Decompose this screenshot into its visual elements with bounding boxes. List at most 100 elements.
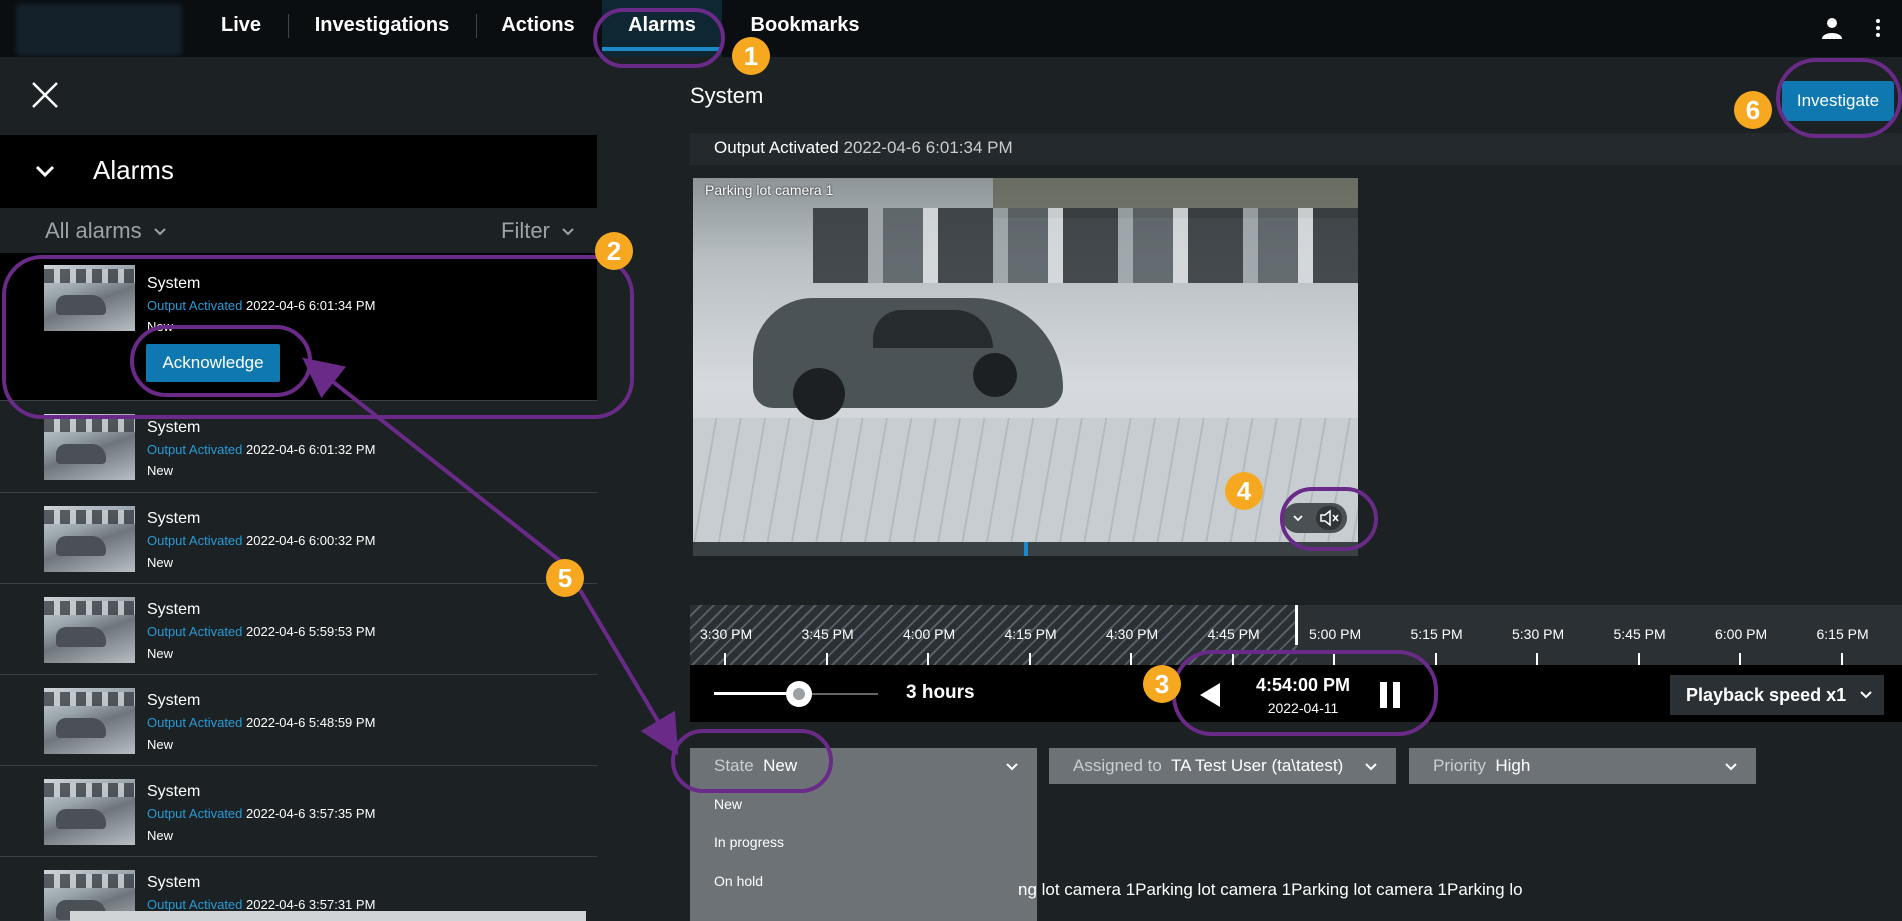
more-options-icon[interactable] [1872, 16, 1884, 40]
timeline-tick-label: 4:45 PM [1207, 626, 1260, 642]
filter-dropdown[interactable]: Filter [501, 218, 574, 244]
priority-dropdown[interactable]: Priority High [1409, 748, 1756, 784]
alarm-type: Output Activated [147, 806, 243, 821]
annotation-badge-4: 4 [1225, 472, 1263, 510]
timeline-tick-label: 6:15 PM [1816, 626, 1869, 642]
annotation-ring-playback [1172, 650, 1438, 736]
annotation-ring-alarm-item [2, 255, 634, 419]
timeline-tick-label: 4:00 PM [903, 626, 956, 642]
user-icon[interactable] [1820, 16, 1844, 40]
chevron-down-icon [1725, 763, 1737, 771]
alarm-type: Output Activated [147, 897, 243, 912]
assigned-value: TA Test User (ta\tatest) [1170, 756, 1344, 775]
alarm-title: System [147, 419, 201, 436]
camera-name-overlay: Parking lot camera 1 [705, 182, 834, 198]
assigned-label: Assigned to [1073, 756, 1162, 775]
state-options-list: New In progress On hold [690, 784, 1037, 921]
timeline-tick-label: 5:15 PM [1410, 626, 1463, 642]
time-range-slider-handle[interactable] [786, 681, 812, 707]
alarm-type: Output Activated [147, 624, 243, 639]
video-progress-marker [1024, 542, 1028, 556]
chevron-down-icon [153, 228, 166, 236]
alarm-title: System [147, 783, 201, 800]
alarm-list-item[interactable]: System Output Activated 2022-04-6 5:59:5… [0, 584, 597, 675]
alarm-title: System [147, 692, 201, 709]
assigned-field: Assigned to TA Test User (ta\tatest) [1073, 756, 1343, 776]
alarm-title: System [147, 510, 201, 527]
alarm-state: New [147, 737, 174, 752]
alarm-filter-bar: All alarms Filter [0, 208, 597, 253]
state-option-in-progress[interactable]: In progress [714, 834, 784, 850]
alarm-thumbnail [44, 414, 135, 480]
alarm-list-item[interactable]: System Output Activated 2022-04-6 3:57:3… [0, 766, 597, 857]
nav-live[interactable]: Live [210, 0, 272, 57]
timeline-tick [1840, 653, 1843, 665]
alarm-time: 2022-04-6 6:00:32 PM [246, 533, 376, 548]
timeline-tick-label: 3:30 PM [700, 626, 753, 642]
annotation-ring-audio [1280, 487, 1378, 551]
alarm-time: 2022-04-6 5:48:59 PM [246, 715, 376, 730]
horizontal-scrollbar[interactable] [70, 911, 586, 921]
alarm-list-item[interactable]: System Output Activated 2022-04-6 5:48:5… [0, 675, 597, 766]
video-scene-car [753, 298, 1063, 420]
playback-speed-label: Playback speed x1 [1686, 684, 1847, 705]
chevron-down-icon [1365, 763, 1377, 771]
alarm-thumbnail [44, 779, 135, 845]
timeline-tick [1130, 653, 1132, 665]
top-navigation: Live Investigations Actions Alarms Bookm… [0, 0, 1902, 57]
alarms-section-header[interactable]: Alarms [0, 135, 597, 208]
chevron-down-icon [35, 165, 55, 178]
alarms-section-title: Alarms [93, 155, 174, 185]
alarm-thumbnail [44, 688, 135, 754]
alarm-state: New [147, 828, 174, 843]
annotation-ring-alarms-tab [593, 8, 725, 68]
annotation-ring-acknowledge [130, 325, 312, 397]
alarm-time: 2022-04-6 6:01:32 PM [246, 442, 376, 457]
filter-label: Filter [501, 218, 550, 243]
alarm-list-item[interactable]: System Output Activated 2022-04-6 6:00:3… [0, 493, 597, 584]
timeline-tick-label: 5:00 PM [1309, 626, 1362, 642]
timeline-tick [1739, 653, 1741, 665]
logo [16, 4, 182, 56]
alarm-type: Output Activated [147, 715, 243, 730]
video-scene-parked-cars [813, 208, 1358, 283]
close-icon[interactable] [30, 80, 60, 110]
timeline-tick [1536, 653, 1538, 665]
annotation-badge-2: 2 [595, 232, 633, 270]
timeline-playhead[interactable] [1295, 605, 1298, 645]
priority-label: Priority [1433, 756, 1486, 775]
nav-actions[interactable]: Actions [492, 0, 584, 57]
nav-divider [476, 14, 477, 38]
playback-speed-dropdown[interactable]: Playback speed x1 [1670, 675, 1884, 715]
alarm-title: System [147, 601, 201, 618]
nav-investigations[interactable]: Investigations [304, 0, 460, 57]
alarm-thumbnail [44, 506, 135, 572]
state-option-new[interactable]: New [714, 796, 742, 812]
timeline-tick [825, 653, 828, 665]
alarm-state: New [147, 463, 174, 478]
state-option-on-hold[interactable]: On hold [714, 873, 763, 889]
assigned-to-dropdown[interactable]: Assigned to TA Test User (ta\tatest) [1049, 748, 1396, 784]
time-range-label: 3 hours [906, 682, 975, 703]
alarm-title: System [147, 874, 201, 891]
annotation-badge-1: 1 [732, 37, 770, 75]
timeline-tick [1028, 653, 1031, 665]
alarm-detail: Output Activated 2022-04-6 6:00:32 PM [147, 533, 375, 548]
chevron-down-icon [1860, 691, 1872, 699]
alarm-sidebar: Alarms All alarms Filter System Output A… [0, 57, 597, 921]
alarm-scope-dropdown[interactable]: All alarms [45, 218, 166, 244]
alarm-thumbnail [44, 597, 135, 663]
alarm-state: New [147, 646, 174, 661]
alarm-detail: Output Activated 2022-04-6 3:57:35 PM [147, 806, 375, 821]
priority-field: Priority High [1433, 756, 1530, 776]
alarm-detail: Output Activated 2022-04-6 6:01:32 PM [147, 442, 375, 457]
alarm-type: Output Activated [147, 533, 243, 548]
timeline-tick-label: 5:30 PM [1512, 626, 1565, 642]
alarm-state: New [147, 555, 174, 570]
event-info-strip: Output Activated 2022-04-6 6:01:34 PM [690, 133, 1902, 165]
event-info: Output Activated 2022-04-6 6:01:34 PM [714, 138, 1013, 158]
timeline-tick [724, 653, 726, 665]
timeline-tick-label: 5:45 PM [1613, 626, 1666, 642]
annotation-ring-state [671, 729, 833, 793]
timeline-tick [1434, 653, 1437, 665]
